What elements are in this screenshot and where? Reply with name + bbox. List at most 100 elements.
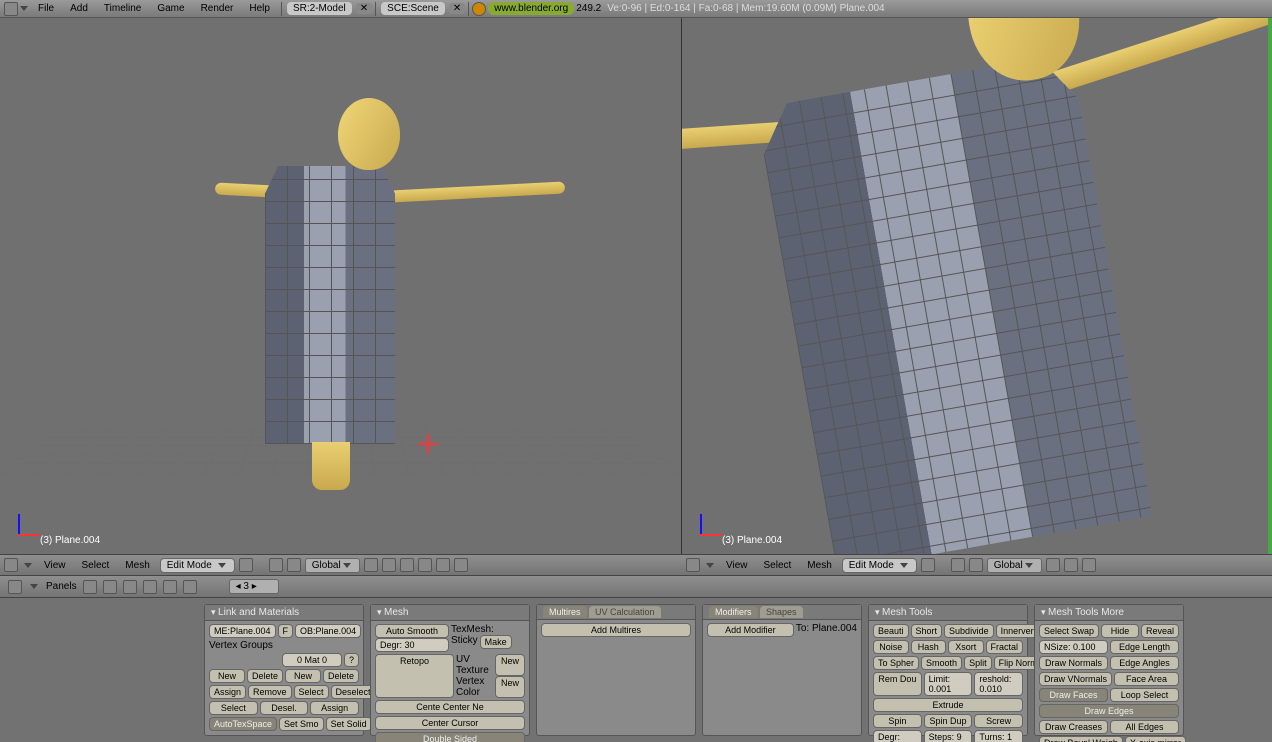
vg-assign-button[interactable]: Assign — [209, 685, 246, 699]
split-button[interactable]: Split — [964, 656, 992, 670]
degr-field[interactable]: Degr: 30 — [375, 638, 449, 652]
close-scene-button[interactable]: ✕ — [449, 3, 465, 14]
mat-assign-button[interactable]: Assign — [310, 701, 359, 715]
tab-uvcalc[interactable]: UV Calculation — [589, 606, 661, 618]
noise-button[interactable]: Noise — [873, 640, 909, 654]
context-shading-icon[interactable] — [123, 580, 137, 594]
drawedges-toggle[interactable]: Draw Edges — [1039, 704, 1179, 718]
mat-select-button[interactable]: Select — [294, 685, 329, 699]
context-script-icon[interactable] — [103, 580, 117, 594]
short-button[interactable]: Short — [911, 624, 943, 638]
reveal-button[interactable]: Reveal — [1141, 624, 1179, 638]
vg-desel-button[interactable]: Desel. — [260, 701, 309, 715]
context-editing-icon[interactable] — [163, 580, 177, 594]
menu-file[interactable]: File — [30, 3, 62, 14]
menu-view[interactable]: View — [38, 560, 72, 571]
sticky-make-button[interactable]: Make — [480, 635, 512, 649]
selectswap-button[interactable]: Select Swap — [1039, 624, 1099, 638]
vg-remove-button[interactable]: Remove — [248, 685, 292, 699]
tab-multires[interactable]: Multires — [543, 606, 587, 618]
render-icon[interactable] — [454, 558, 468, 572]
spin-button[interactable]: Spin — [873, 714, 922, 728]
nsize-field[interactable]: NSize: 0.100 — [1039, 640, 1108, 654]
center-cursor-button[interactable]: Center Cursor — [375, 716, 525, 730]
menu-help[interactable]: Help — [241, 3, 278, 14]
layers-icon[interactable] — [1046, 558, 1060, 572]
menu-select[interactable]: Select — [76, 560, 116, 571]
limit-field[interactable]: Limit: 0.001 — [924, 672, 973, 696]
degr-field[interactable]: Degr: 90.00 — [873, 730, 922, 742]
xaxismirror-button[interactable]: X-axis mirror — [1125, 736, 1186, 742]
window-type-icon[interactable] — [4, 558, 18, 572]
steps-field[interactable]: Steps: 9 — [924, 730, 973, 742]
vcol-new-button[interactable]: New — [495, 676, 525, 698]
me-field[interactable]: ME:Plane.004 — [209, 624, 276, 638]
mat-field[interactable]: 0 Mat 0 — [282, 653, 342, 667]
menu-add[interactable]: Add — [62, 3, 96, 14]
remdouble-button[interactable]: Rem Dou — [873, 672, 922, 696]
menu-select[interactable]: Select — [758, 560, 798, 571]
edge-select-icon[interactable] — [418, 558, 432, 572]
mat-delete-button[interactable]: Delete — [323, 669, 359, 683]
layers-icon[interactable] — [364, 558, 378, 572]
menu-mesh[interactable]: Mesh — [801, 560, 837, 571]
pivot-icon[interactable] — [269, 558, 283, 572]
xsort-button[interactable]: Xsort — [948, 640, 984, 654]
viewport-right[interactable]: (3) Plane.004 — [682, 18, 1272, 554]
menu-game[interactable]: Game — [149, 3, 192, 14]
chevron-down-icon[interactable] — [20, 6, 28, 11]
mode-selector[interactable]: Edit Mode — [160, 558, 235, 573]
tab-shapes[interactable]: Shapes — [760, 606, 803, 618]
render-icon[interactable] — [1082, 558, 1096, 572]
add-multires-button[interactable]: Add Multires — [541, 623, 691, 637]
pivot-icon[interactable] — [951, 558, 965, 572]
facearea-button[interactable]: Face Area — [1114, 672, 1179, 686]
ob-field[interactable]: OB:Plane.004 — [295, 624, 361, 638]
window-type-icon[interactable] — [686, 558, 700, 572]
magnet-icon[interactable] — [969, 558, 983, 572]
set-solid-button[interactable]: Set Solid — [326, 717, 372, 731]
uv-new-button[interactable]: New — [495, 654, 525, 676]
double-sided-toggle[interactable]: Double Sided — [375, 732, 525, 742]
autotexspace-toggle[interactable]: AutoTexSpace — [209, 717, 277, 731]
autosmooth-button[interactable]: Auto Smooth — [375, 624, 449, 638]
vg-delete-button[interactable]: Delete — [247, 669, 283, 683]
context-scene-icon[interactable] — [183, 580, 197, 594]
lock-icon[interactable] — [1064, 558, 1078, 572]
scene-selector[interactable]: SCE:Scene — [381, 2, 445, 15]
shading-icon[interactable] — [239, 558, 253, 572]
loopselect-button[interactable]: Loop Select — [1110, 688, 1179, 702]
vg-new-button[interactable]: New — [209, 669, 245, 683]
menu-render[interactable]: Render — [193, 3, 242, 14]
chevron-down-icon[interactable] — [706, 563, 714, 568]
extrude-button[interactable]: Extrude — [873, 698, 1023, 712]
f-button[interactable]: F — [278, 624, 294, 638]
screen-selector[interactable]: SR:2-Model — [287, 2, 352, 15]
retopo-button[interactable]: Retopo — [375, 654, 454, 698]
subdivide-button[interactable]: Subdivide — [944, 624, 994, 638]
edgelength-button[interactable]: Edge Length — [1110, 640, 1179, 654]
edgeangles-button[interactable]: Edge Angles — [1110, 656, 1179, 670]
frame-field[interactable]: ◂ 3 ▸ — [229, 579, 279, 594]
info-icon[interactable] — [4, 2, 18, 16]
smooth-button[interactable]: Smooth — [921, 656, 962, 670]
screw-button[interactable]: Screw — [974, 714, 1023, 728]
orientation-selector[interactable]: Global — [305, 558, 360, 573]
menu-timeline[interactable]: Timeline — [96, 3, 149, 14]
hash-button[interactable]: Hash — [911, 640, 947, 654]
drawcreases-button[interactable]: Draw Creases — [1039, 720, 1108, 734]
viewport-left[interactable]: (3) Plane.004 — [0, 18, 682, 554]
vg-select-button[interactable]: Select — [209, 701, 258, 715]
spindup-button[interactable]: Spin Dup — [924, 714, 973, 728]
close-screen-button[interactable]: ✕ — [356, 3, 372, 14]
orientation-selector[interactable]: Global — [987, 558, 1042, 573]
magnet-icon[interactable] — [287, 558, 301, 572]
tab-modifiers[interactable]: Modifiers — [709, 606, 758, 618]
mat-help-button[interactable]: ? — [344, 653, 359, 667]
menu-mesh[interactable]: Mesh — [119, 560, 155, 571]
drawfaces-toggle[interactable]: Draw Faces — [1039, 688, 1108, 702]
fractal-button[interactable]: Fractal — [986, 640, 1024, 654]
drawnormals-button[interactable]: Draw Normals — [1039, 656, 1108, 670]
context-object-icon[interactable] — [143, 580, 157, 594]
add-modifier-button[interactable]: Add Modifier — [707, 623, 794, 637]
